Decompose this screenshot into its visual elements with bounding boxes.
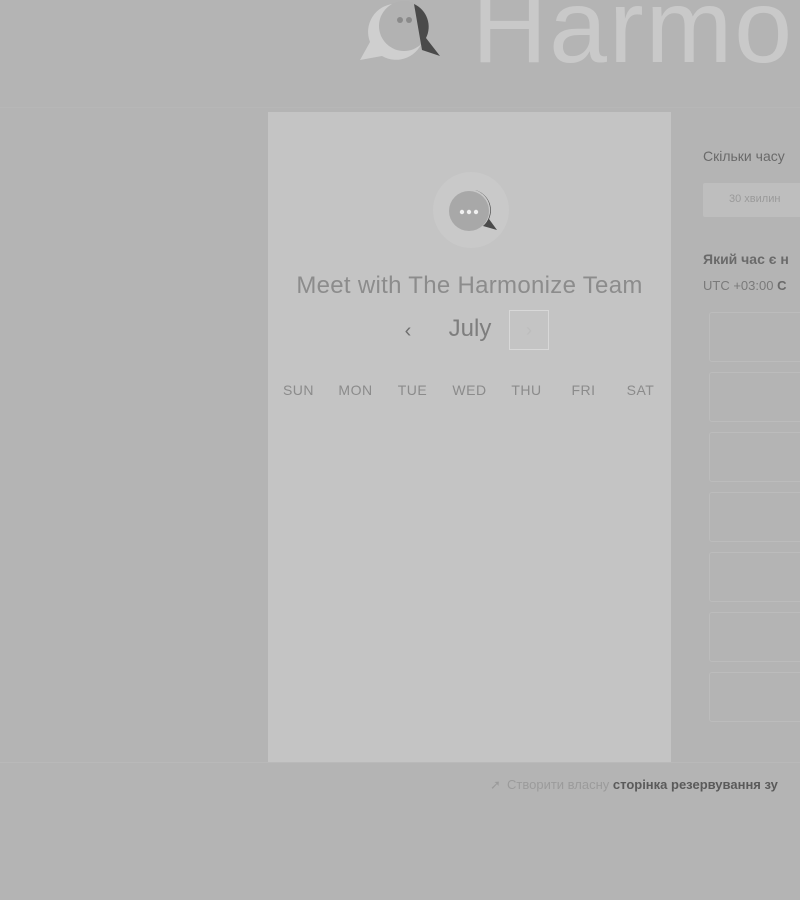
weekday-thu: THU bbox=[511, 382, 542, 398]
event-title: Meet with The Harmonize Team bbox=[296, 272, 643, 299]
weekday-tue: TUE bbox=[397, 382, 428, 398]
time-slot[interactable] bbox=[709, 312, 800, 362]
header-divider bbox=[0, 107, 800, 108]
harmonize-logo-icon bbox=[433, 172, 509, 248]
time-slot[interactable] bbox=[709, 612, 800, 662]
duration-option-label: 30 хвилин bbox=[729, 193, 781, 205]
duration-option-button[interactable]: 30 хвилин bbox=[703, 183, 800, 217]
weekday-sun: SUN bbox=[282, 382, 315, 398]
time-slot[interactable] bbox=[709, 672, 800, 722]
harmonize-logo-icon bbox=[360, 1, 440, 60]
weekday-header: SUN MON TUE WED THU FRI SAT bbox=[270, 382, 670, 398]
weekday-mon: MON bbox=[338, 382, 373, 398]
chevron-right-icon: › bbox=[526, 320, 532, 340]
time-question: Який час є н bbox=[703, 251, 789, 267]
pointer-icon: ➚ bbox=[490, 777, 501, 792]
create-booking-page-link[interactable]: ➚ Створити власну сторінка резервування з… bbox=[490, 777, 778, 793]
timezone-label[interactable]: UTC +03:00 С bbox=[703, 278, 786, 293]
chevron-left-icon: ‹ bbox=[404, 320, 412, 342]
brand-wordmark: Harmo bbox=[472, 0, 795, 85]
time-slot[interactable] bbox=[709, 492, 800, 542]
weekday-wed: WED bbox=[452, 382, 487, 398]
time-slot[interactable] bbox=[709, 432, 800, 482]
month-label: July bbox=[448, 315, 492, 342]
time-slot[interactable] bbox=[709, 372, 800, 422]
booking-card: Meet with The Harmonize Team ‹ July › SU… bbox=[268, 112, 671, 762]
time-selection-panel: Скільки часу 30 хвилин Який час є н UTC … bbox=[703, 140, 800, 740]
timezone-name: С bbox=[777, 278, 787, 293]
duration-question: Скільки часу bbox=[703, 148, 785, 164]
timezone-offset: UTC +03:00 bbox=[703, 278, 774, 293]
prev-month-button[interactable]: ‹ bbox=[394, 317, 422, 345]
footer-divider bbox=[0, 762, 800, 763]
footer-link-bold: сторінка резервування зу bbox=[612, 777, 778, 792]
next-month-button[interactable]: › bbox=[509, 310, 549, 350]
time-slot[interactable] bbox=[709, 552, 800, 602]
footer-link-plain: Створити власну bbox=[507, 777, 610, 792]
header-brand: Harmo bbox=[352, 0, 800, 88]
weekday-fri: FRI bbox=[571, 382, 596, 398]
weekday-sat: SAT bbox=[626, 382, 655, 398]
month-navigation: ‹ July › bbox=[268, 309, 671, 359]
